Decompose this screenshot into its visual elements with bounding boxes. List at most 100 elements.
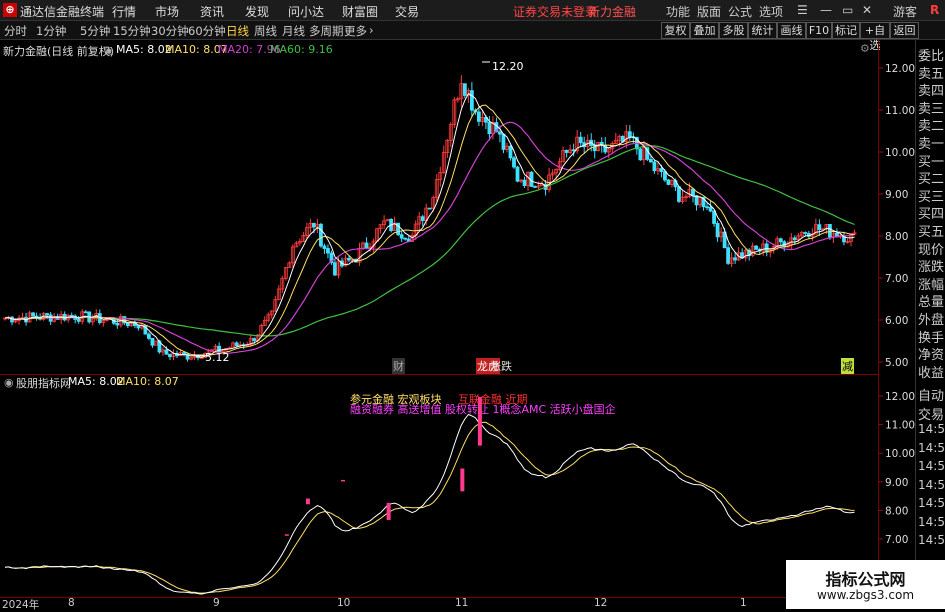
side-item[interactable]: 14:56 xyxy=(918,515,945,529)
side-item[interactable]: 涨幅 xyxy=(918,274,944,293)
indicator-canvas xyxy=(4,397,855,595)
side-item[interactable]: 14:56 xyxy=(918,459,945,473)
candle-body xyxy=(817,224,822,231)
main-kline-chart[interactable]: 新力金融(日线 前复权) ◉ MA5: 8.02 MA10: 8.07 MA20… xyxy=(0,40,878,374)
side-item[interactable]: 14:56 xyxy=(918,441,945,455)
side-item[interactable]: 14:56 xyxy=(918,478,945,492)
minimize-icon[interactable]: — xyxy=(820,3,832,17)
candle-body xyxy=(663,171,667,181)
date-label: 10 xyxy=(337,597,351,609)
period-monthly[interactable]: 月线 xyxy=(282,23,305,39)
signal-bar xyxy=(305,498,310,505)
menu-xuanxiang[interactable]: 选项 xyxy=(759,3,783,20)
candle-body xyxy=(627,131,632,138)
close-icon[interactable]: ✕ xyxy=(862,3,872,17)
menu-jiaoyi[interactable]: 交易 xyxy=(395,3,419,20)
menu-wenxiaoda[interactable]: 问小达 xyxy=(288,3,324,20)
period-daily[interactable]: 日线 xyxy=(226,23,249,39)
side-item[interactable]: 自动 xyxy=(918,385,944,404)
btn-fuquan[interactable]: 复权 xyxy=(661,22,690,39)
candle-body xyxy=(326,248,330,254)
side-item[interactable]: 收益 xyxy=(918,362,944,381)
candle-body xyxy=(76,319,81,322)
side-item[interactable]: 现价 xyxy=(918,239,944,258)
candle-body xyxy=(333,262,337,276)
candle-body xyxy=(115,322,120,326)
period-60min[interactable]: 60分钟 xyxy=(188,23,226,39)
period-more[interactable]: 更多 xyxy=(344,23,367,39)
marker-diefu[interactable]: 涨跌 xyxy=(490,358,512,374)
app-name: 通达信金融终端 xyxy=(20,5,105,19)
quote-side-panel: 委比 卖五 卖四 卖三 卖二 卖一 买一 买二 买三 买四 买五 现价 涨跌 涨幅 总量 外盘 换手 净资 收益自动… xyxy=(915,40,945,596)
btn-f10[interactable]: F10 xyxy=(806,22,832,39)
menu-shichang[interactable]: 市场 xyxy=(155,3,179,20)
side-item[interactable]: 卖一 xyxy=(918,133,944,152)
btn-zixuan[interactable]: +自选 xyxy=(860,22,890,52)
side-item[interactable]: 买五 xyxy=(918,221,944,240)
candle-body xyxy=(69,314,74,317)
indicator-chart[interactable]: ◉ 股朋指标网 MA5: 8.02 MA10: 8.07 参元金融 宏观板块 互… xyxy=(0,374,878,597)
candle-body xyxy=(136,325,141,329)
candle-body xyxy=(691,188,695,197)
menu-icon[interactable]: ☰ xyxy=(797,3,808,17)
side-item[interactable]: 14:56 xyxy=(918,533,945,547)
period-1min[interactable]: 1分钟 xyxy=(36,23,66,39)
side-item[interactable]: 卖五 xyxy=(918,63,944,82)
period-30min[interactable]: 30分钟 xyxy=(151,23,189,39)
menu-caifuquan[interactable]: 财富圈 xyxy=(342,3,378,20)
candle-body xyxy=(778,238,783,243)
restore-icon[interactable]: ▭ xyxy=(842,3,853,17)
candle-body xyxy=(708,206,713,212)
side-item[interactable]: 净资 xyxy=(918,344,944,363)
side-item[interactable]: 卖二 xyxy=(918,115,944,134)
period-weekly[interactable]: 周线 xyxy=(254,23,277,39)
side-item[interactable]: 涨跌 xyxy=(918,256,944,275)
chevron-right-icon[interactable]: › xyxy=(369,23,374,37)
side-item[interactable]: 交易 xyxy=(918,404,944,423)
side-item[interactable]: 卖三 xyxy=(918,98,944,117)
axis-label: 12.00 xyxy=(885,391,915,403)
login-notice[interactable]: 证券交易未登录 xyxy=(513,3,597,20)
menu-faxian[interactable]: 发现 xyxy=(245,3,269,20)
side-item[interactable]: 14:56 xyxy=(918,422,945,436)
user-label[interactable]: 游客 xyxy=(893,3,917,20)
side-item[interactable]: 买二 xyxy=(918,168,944,187)
btn-fanhui[interactable]: 返回 xyxy=(890,22,919,39)
btn-duogu[interactable]: 多股 xyxy=(719,22,748,39)
axis-label: 8.00 xyxy=(885,231,908,243)
period-multi[interactable]: 多周期 xyxy=(309,23,344,39)
title-bar: ⊕ 通达信金融终端 行情 市场 资讯 发现 问小达 财富圈 交易 证券交易未登录… xyxy=(0,0,945,21)
marker-jian[interactable]: 减 xyxy=(841,358,854,374)
side-item[interactable]: 委比 xyxy=(918,45,944,64)
menu-banmian[interactable]: 版面 xyxy=(697,3,721,20)
menu-hangqing[interactable]: 行情 xyxy=(112,3,136,20)
stock-name-title: 新力金融 xyxy=(588,5,637,19)
candle-body xyxy=(715,223,720,238)
candle-body xyxy=(754,245,759,250)
period-15min[interactable]: 15分钟 xyxy=(113,23,151,39)
side-item[interactable]: 买三 xyxy=(918,186,944,205)
period-fenshi[interactable]: 分时 xyxy=(4,23,27,39)
period-5min[interactable]: 5分钟 xyxy=(80,23,110,39)
marker-cai[interactable]: 财 xyxy=(392,358,405,374)
candle-body xyxy=(164,349,169,355)
r-indicator-icon: R xyxy=(930,3,940,17)
side-item[interactable]: 总量 xyxy=(918,291,944,310)
btn-tongji[interactable]: 统计 xyxy=(748,22,777,39)
btn-huaxian[interactable]: 画线 xyxy=(777,22,806,39)
btn-biaoji[interactable]: 标记 xyxy=(832,22,860,39)
side-item[interactable]: 换手 xyxy=(918,327,944,346)
candle-body xyxy=(659,168,664,173)
menu-zixun[interactable]: 资讯 xyxy=(200,3,224,20)
candle-body xyxy=(234,342,239,347)
side-item[interactable]: 买四 xyxy=(918,203,944,222)
side-item[interactable]: 买一 xyxy=(918,151,944,170)
axis-label: 10.00 xyxy=(885,147,915,159)
candle-body xyxy=(252,338,257,341)
side-item[interactable]: 外盘 xyxy=(918,309,944,328)
side-item[interactable]: 14:56 xyxy=(918,496,945,510)
menu-gongneng[interactable]: 功能 xyxy=(666,3,690,20)
menu-gongshi[interactable]: 公式 xyxy=(728,3,752,20)
btn-diejia[interactable]: 叠加 xyxy=(690,22,719,39)
side-item[interactable]: 卖四 xyxy=(918,80,944,99)
